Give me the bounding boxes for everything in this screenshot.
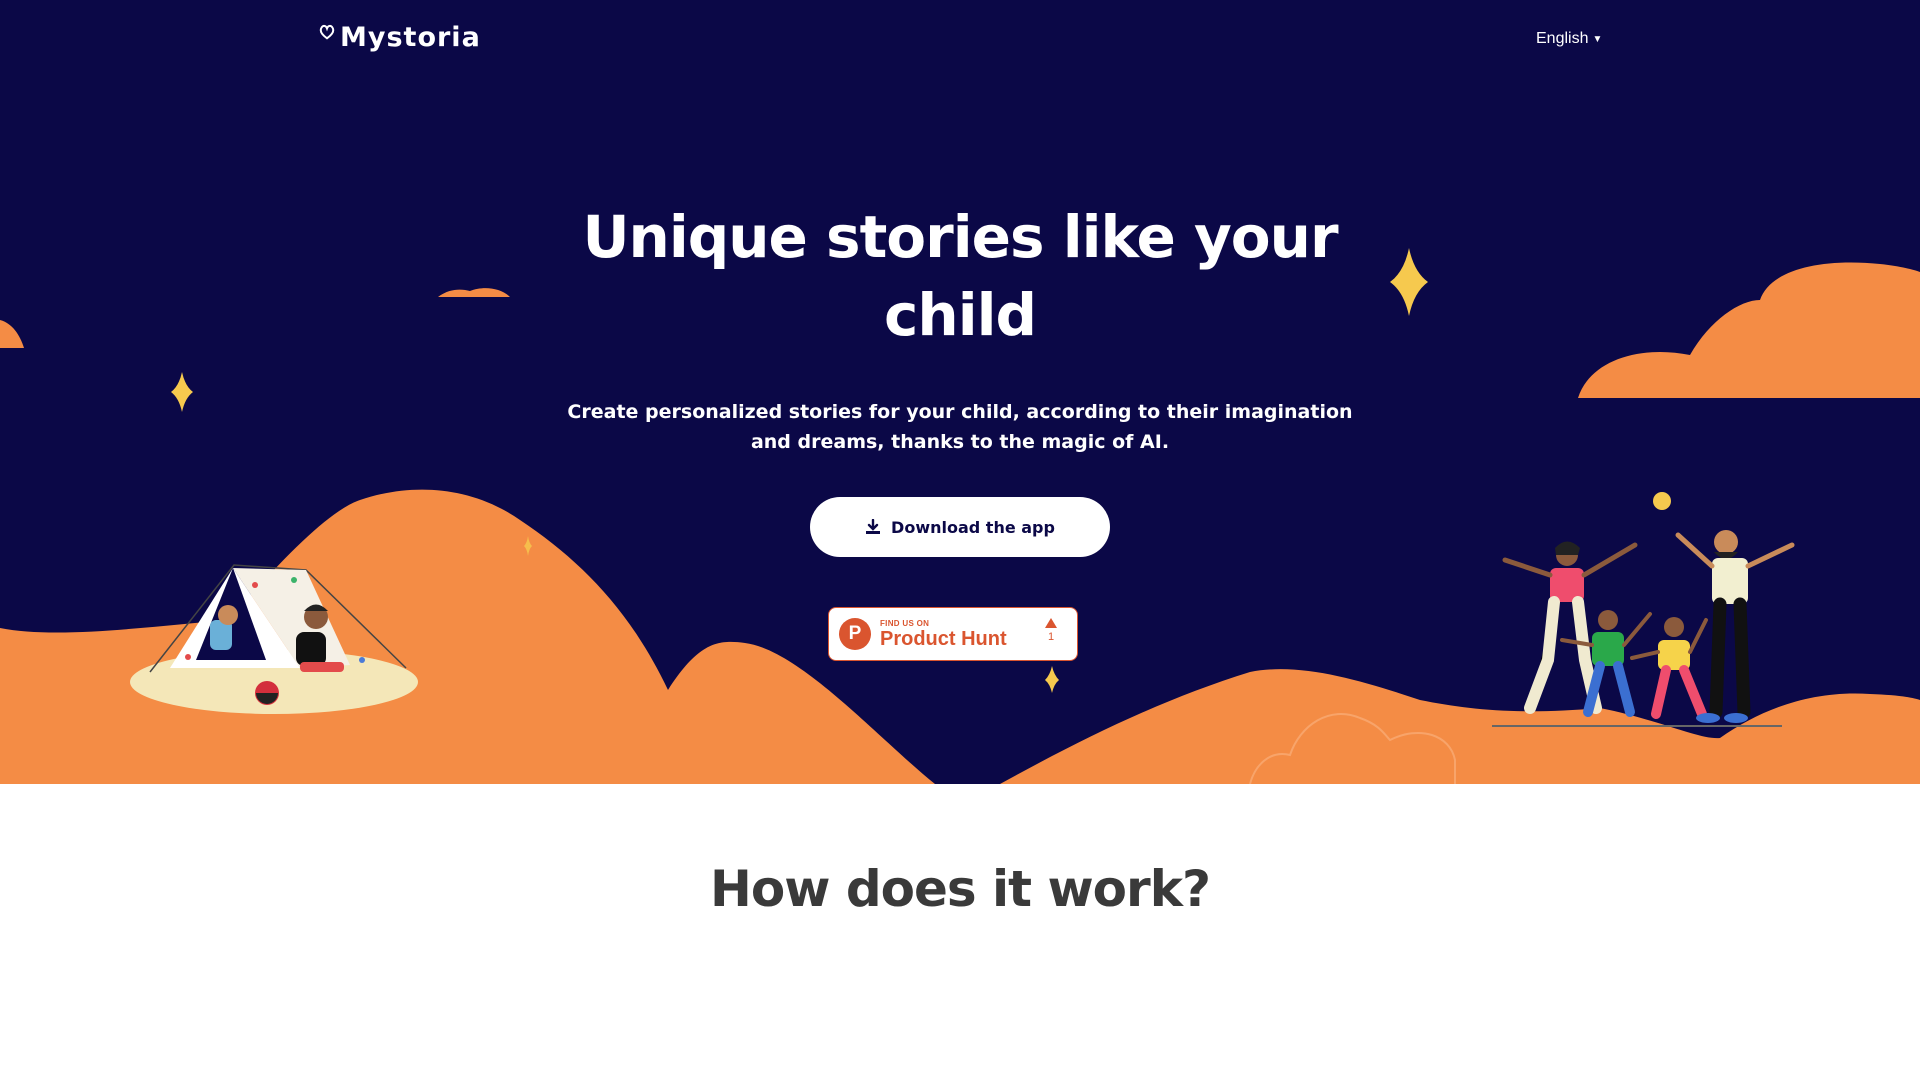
hero-section: Mystoria English ▼ Unique stories like y… [0, 0, 1920, 784]
product-hunt-name: Product Hunt [880, 627, 1007, 650]
language-selector[interactable]: English ▼ [1536, 30, 1602, 48]
star-icon [171, 372, 193, 412]
hero-title: Unique stories like your child [582, 203, 1338, 349]
cloud-left-small [438, 288, 510, 297]
heart-icon [319, 24, 335, 40]
brand-name: Mystoria [340, 22, 481, 53]
language-label: English [1536, 30, 1589, 47]
hero-illustration [0, 248, 1920, 784]
family-illustration [1492, 530, 1795, 727]
hero-subtitle: Create personalized stories for your chi… [567, 401, 1353, 453]
how-it-works-title: How does it work? [710, 860, 1211, 918]
star-icon [1390, 248, 1428, 316]
download-icon [866, 519, 881, 534]
product-hunt-find-text: FIND US ON [880, 618, 930, 628]
brand-logo[interactable]: Mystoria [318, 22, 481, 53]
product-hunt-vote-count: 1 [1047, 631, 1055, 643]
star-icon [1045, 666, 1059, 693]
product-hunt-logo-icon: P [839, 618, 871, 650]
product-hunt-badge[interactable]: P FIND US ON Product Hunt 1 [828, 607, 1078, 661]
cloud-right [1578, 262, 1920, 398]
caret-down-icon: ▼ [1592, 33, 1603, 45]
download-app-button[interactable]: Download the app [810, 497, 1110, 557]
cloud-edge-left [0, 320, 24, 348]
moon-dot [1653, 492, 1671, 510]
download-app-label: Download the app [891, 517, 1055, 537]
product-hunt-votes: 1 [1045, 618, 1057, 643]
upvote-arrow-icon [1045, 618, 1057, 628]
